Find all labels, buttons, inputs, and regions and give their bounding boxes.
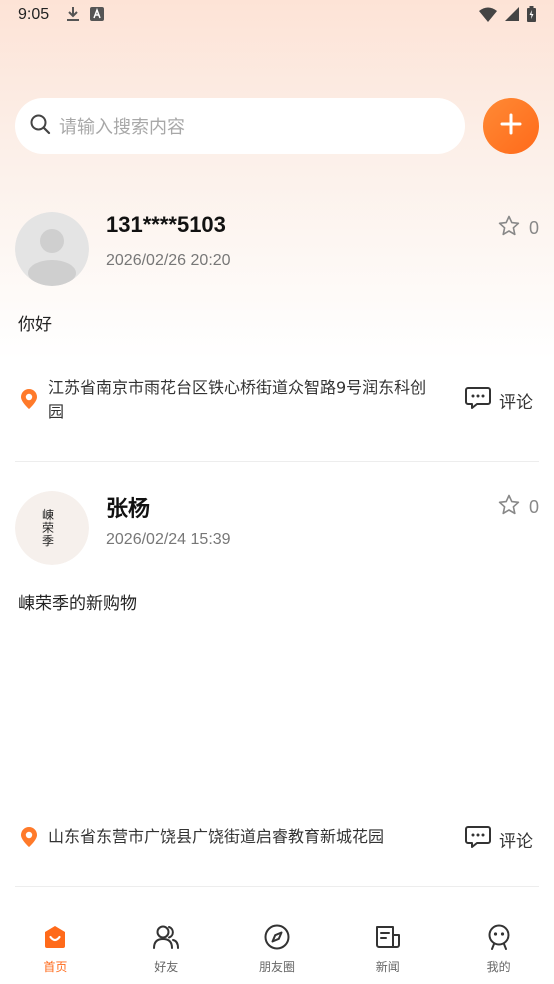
- news-icon: [374, 924, 402, 954]
- friends-icon: [152, 924, 180, 954]
- plus-icon: [499, 112, 523, 140]
- star-icon: [497, 214, 521, 243]
- avatar-calligraphy: 崠荣季: [42, 508, 55, 548]
- comment-icon: [465, 825, 491, 854]
- divider: [15, 461, 539, 462]
- nav-item-profile[interactable]: 我的: [443, 910, 554, 984]
- nav-item-home[interactable]: 首页: [0, 910, 111, 984]
- app-a-icon: [90, 7, 104, 25]
- post-card[interactable]: 崠荣季 张杨 2026/02/24 15:39 0 崠荣季的新购物 山东省东营市…: [15, 491, 539, 887]
- location-text: 江苏省南京市雨花台区铁心桥街道众智路9号润东科创园: [48, 378, 427, 421]
- search-row: 请输入搜索内容: [15, 98, 539, 154]
- nav-label: 首页: [43, 960, 68, 974]
- post-card[interactable]: 131****5103 2026/02/26 20:20 0 你好 江苏省南京市…: [15, 212, 539, 462]
- divider: [15, 886, 539, 887]
- nav-label: 朋友圈: [258, 960, 295, 974]
- download-icon: [66, 6, 80, 26]
- location-pin-icon: [20, 388, 38, 414]
- location-text: 山东省东营市广饶县广饶街道启睿教育新城花园: [48, 827, 385, 846]
- search-icon: [29, 113, 51, 139]
- star-icon: [497, 493, 521, 522]
- post-content: 崠荣季的新购物: [18, 594, 137, 614]
- wifi-icon: [479, 7, 497, 26]
- post-time: 2026/02/26 20:20: [106, 252, 231, 269]
- star-count: 0: [528, 218, 539, 238]
- signal-icon: [505, 7, 519, 25]
- favorite-button[interactable]: 0: [497, 214, 539, 243]
- nav-label: 新闻: [375, 960, 400, 974]
- search-placeholder: 请输入搜索内容: [59, 117, 185, 138]
- add-post-button[interactable]: [483, 98, 539, 154]
- post-location: 山东省东营市广饶县广饶街道启睿教育新城花园: [20, 825, 440, 852]
- comment-button[interactable]: 评论: [465, 825, 533, 854]
- status-bar: 9:05: [0, 0, 554, 32]
- bottom-nav: 首页 好友 朋友圈 新闻 我的: [0, 910, 554, 984]
- comment-icon: [465, 386, 491, 415]
- comment-label: 评论: [499, 832, 533, 852]
- star-count: 0: [528, 497, 539, 517]
- favorite-button[interactable]: 0: [497, 493, 539, 522]
- post-location: 江苏省南京市雨花台区铁心桥街道众智路9号润东科创园: [20, 376, 440, 424]
- battery-icon: [527, 6, 536, 26]
- location-pin-icon: [20, 826, 38, 852]
- search-input[interactable]: 请输入搜索内容: [15, 98, 465, 154]
- nav-item-moments[interactable]: 朋友圈: [222, 910, 333, 984]
- comment-label: 评论: [499, 393, 533, 413]
- post-author-name[interactable]: 131****5103: [106, 212, 226, 238]
- post-time: 2026/02/24 15:39: [106, 531, 231, 548]
- avatar[interactable]: [15, 212, 89, 286]
- nav-item-news[interactable]: 新闻: [332, 910, 443, 984]
- profile-icon: [486, 924, 512, 954]
- status-time: 9:05: [18, 6, 50, 23]
- comment-button[interactable]: 评论: [465, 386, 533, 415]
- post-content: 你好: [18, 315, 52, 335]
- post-author-name[interactable]: 张杨: [106, 491, 150, 523]
- compass-icon: [264, 924, 290, 954]
- nav-label: 好友: [154, 960, 179, 974]
- nav-item-friends[interactable]: 好友: [111, 910, 222, 984]
- home-icon: [42, 924, 68, 954]
- avatar[interactable]: 崠荣季: [15, 491, 89, 565]
- nav-label: 我的: [486, 960, 511, 974]
